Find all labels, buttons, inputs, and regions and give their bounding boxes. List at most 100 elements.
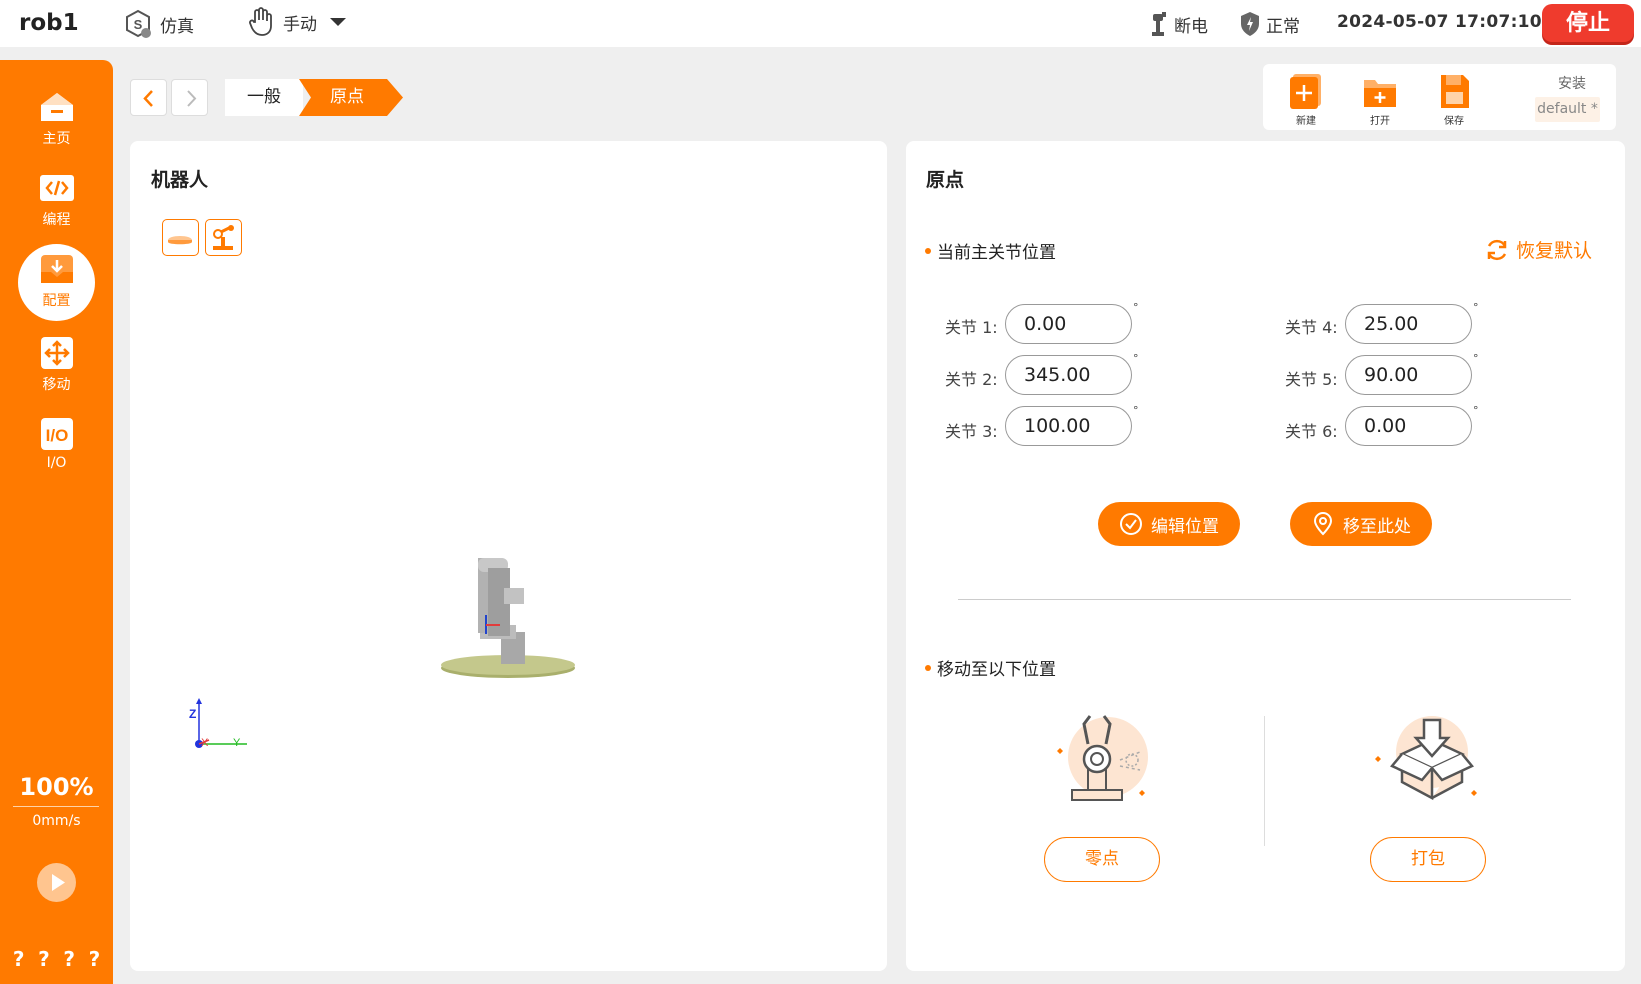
joint-6-input[interactable]: 0.00 (1345, 406, 1472, 446)
robot-panel-title: 机器人 (151, 169, 209, 191)
origin-panel-title: 原点 (926, 169, 965, 191)
speed-divider (13, 806, 99, 807)
joint-2-label: 关节 2: (945, 370, 998, 389)
edit-position-button[interactable]: 编辑位置 (1098, 502, 1240, 546)
restore-default-button[interactable]: 恢复默认 (1484, 236, 1592, 263)
joint-3-input[interactable]: 100.00 (1005, 406, 1132, 446)
play-button[interactable] (37, 863, 76, 902)
help-mark[interactable]: ? (89, 947, 101, 971)
robot-arm-view-icon (213, 225, 234, 250)
robot-3d-model (441, 558, 575, 678)
open-button[interactable]: 打开 (1355, 72, 1405, 127)
stop-button[interactable]: 停止 (1542, 4, 1634, 42)
move-here-button[interactable]: 移至此处 (1290, 502, 1432, 546)
degree-unit: ° (1133, 301, 1139, 314)
move-to-section: 移动至以下位置 (925, 655, 1056, 680)
section-label: 当前主关节位置 (937, 243, 1056, 263)
joint-1-input[interactable]: 0.00 (1005, 304, 1132, 344)
open-label: 打开 (1370, 116, 1390, 127)
joint-4-label: 关节 4: (1285, 318, 1338, 337)
hand-icon (249, 7, 272, 36)
sidebar-item-program[interactable]: 编程 (0, 171, 113, 229)
axis-y-label: Y (233, 737, 241, 749)
refresh-icon (1487, 239, 1507, 260)
home-icon (40, 93, 73, 121)
sidebar-item-home[interactable]: 主页 (0, 90, 113, 148)
base-view-button[interactable] (162, 219, 199, 256)
axis-x-label: X (201, 737, 209, 749)
section-label: 移动至以下位置 (937, 660, 1056, 680)
chevron-down-icon (330, 18, 346, 26)
robot-arm-icon (1152, 12, 1166, 36)
edit-position-label: 编辑位置 (1151, 516, 1219, 536)
help-marks: ? ? ? ? (0, 947, 113, 971)
joint-1-label: 关节 1: (945, 318, 998, 337)
breadcrumb-general[interactable]: 一般 (225, 79, 303, 116)
help-mark[interactable]: ? (38, 947, 50, 971)
svg-text:I/O: I/O (45, 426, 68, 445)
zero-position-illustration (1057, 715, 1148, 801)
degree-unit: ° (1473, 352, 1479, 365)
robot-view-button[interactable] (205, 219, 242, 256)
breadcrumb-label: 原点 (330, 87, 364, 107)
install-value[interactable]: default * (1535, 97, 1600, 122)
save-button[interactable]: 保存 (1429, 72, 1479, 127)
axis-gizmo: Z X Y (189, 698, 247, 749)
degree-unit: ° (1133, 404, 1139, 417)
simulation-icon: S (126, 9, 151, 38)
help-mark[interactable]: ? (13, 947, 25, 971)
back-button[interactable] (130, 79, 167, 116)
simulation-label: 仿真 (160, 16, 194, 37)
chevron-right-icon (187, 90, 197, 107)
joint-5-input[interactable]: 90.00 (1345, 355, 1472, 395)
move-icon (40, 337, 73, 369)
speed-value: 0mm/s (32, 813, 81, 829)
options-divider (1264, 716, 1265, 846)
help-mark[interactable]: ? (63, 947, 75, 971)
new-file-icon (1290, 74, 1321, 109)
datetime: 2024-05-07 17:07:10 (1337, 12, 1542, 32)
folder-icon (1364, 80, 1396, 107)
pack-button[interactable]: 打包 (1370, 837, 1486, 882)
joint-3-label: 关节 3: (945, 422, 998, 441)
new-button[interactable]: 新建 (1281, 72, 1331, 127)
sidebar-item-label: 主页 (42, 131, 71, 147)
breadcrumb-origin[interactable]: 原点 (299, 79, 405, 116)
current-joint-section: 当前主关节位置 (925, 238, 1056, 263)
shield-icon (1241, 12, 1259, 36)
safety-status: 正常 (1240, 11, 1300, 37)
manual-mode-dropdown[interactable]: 手动 (245, 6, 355, 38)
sidebar-item-label: 配置 (42, 293, 71, 309)
io-icon: I/O (40, 418, 73, 450)
degree-unit: ° (1473, 404, 1479, 417)
new-label: 新建 (1296, 116, 1316, 127)
degree-unit: ° (1473, 301, 1479, 314)
zero-button[interactable]: 零点 (1044, 837, 1160, 882)
section-divider (958, 599, 1571, 600)
sidebar-item-move[interactable]: 移动 (0, 336, 113, 394)
chevron-left-icon (143, 90, 153, 107)
robot-name: rob1 (19, 10, 79, 36)
bullet-dot (925, 247, 931, 254)
manual-label: 手动 (283, 14, 317, 35)
sidebar-item-label: 移动 (42, 377, 71, 393)
joint-5-label: 关节 5: (1285, 370, 1338, 389)
bullet-dot (925, 664, 931, 671)
power-label: 断电 (1174, 16, 1208, 37)
speed-percent[interactable]: 100% (0, 773, 113, 801)
joint-2-input[interactable]: 345.00 (1005, 355, 1132, 395)
install-label: 安装 (1558, 76, 1586, 92)
sidebar-item-io[interactable]: I/O I/O (0, 417, 113, 471)
sidebar-item-config[interactable]: 配置 (0, 252, 113, 310)
simulation-mode[interactable]: S 仿真 (122, 8, 194, 40)
joint-4-input[interactable]: 25.00 (1345, 304, 1472, 344)
svg-text:S: S (134, 17, 143, 32)
download-icon (40, 255, 73, 283)
sidebar-item-label: I/O (46, 455, 67, 471)
forward-button[interactable] (171, 79, 208, 116)
sidebar: 主页 编程 配置 移动 I/O I/O 100% 0mm/s ? ? ? ? (0, 60, 113, 984)
joint-6-label: 关节 6: (1285, 422, 1338, 441)
axis-z-label: Z (189, 707, 196, 721)
location-pin-icon (1313, 512, 1333, 536)
origin-panel: 原点 (906, 141, 1625, 971)
